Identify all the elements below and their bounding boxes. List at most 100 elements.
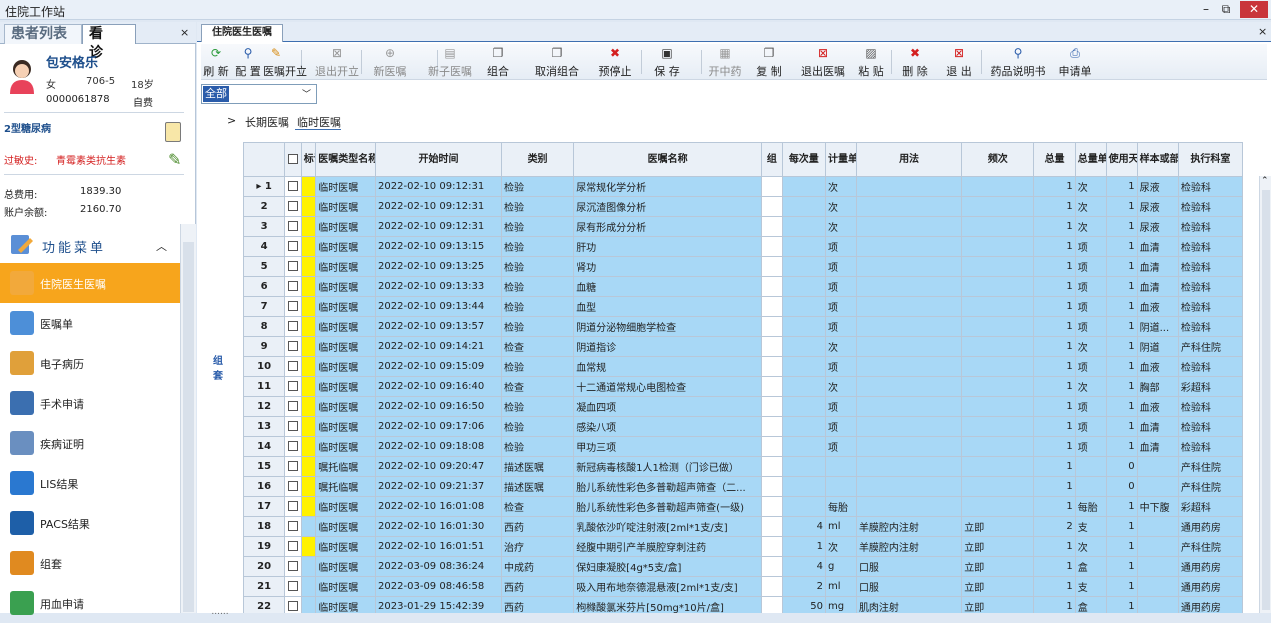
left-scrollbar[interactable] xyxy=(180,224,196,613)
menu-item-7[interactable]: PACS结果 xyxy=(0,503,180,543)
table-row[interactable]: 10 临时医嘱 2022-02-10 09:15:09 检验 血常规项 1 项 1 血液 检验科 xyxy=(243,356,1244,377)
table-row[interactable]: 22 临时医嘱 2023-01-29 15:42:39 西药 枸橼酸氯米芬片[50mg*… xyxy=(243,596,1244,613)
maximize-button[interactable]: ⧉ xyxy=(1218,1,1234,18)
table-row[interactable]: 18 临时医嘱 2022-02-10 16:01:30 西药 乳酸依沙吖啶注射液[2ml… xyxy=(243,516,1244,537)
toolbar-button-6[interactable]: ▤ 新子医嘱 xyxy=(425,46,475,78)
menu-item-8[interactable]: 组套 xyxy=(0,543,180,583)
toolbar-button-4[interactable]: ⊠ 退出开立 xyxy=(309,46,365,78)
grid-scrollbar-thumb[interactable] xyxy=(1262,190,1270,610)
table-row[interactable]: 5 临时医嘱 2022-02-10 09:13:25 检验 肾功项 1 项 1 血清 检验科 xyxy=(243,256,1244,277)
tab-temporary-orders[interactable]: 临时医嘱 xyxy=(297,114,341,130)
toolbar-button-15[interactable]: ✖ 删 除 xyxy=(895,46,935,78)
chevron-up-icon[interactable]: ︿ xyxy=(156,238,167,254)
table-row[interactable]: 6 临时医嘱 2022-02-10 09:13:33 检验 血糖项 1 项 1 血清 检验科 xyxy=(243,276,1244,297)
order-filter-select[interactable]: 全部 ﹀ xyxy=(201,84,317,104)
column-header[interactable]: 样本或部位 xyxy=(1136,142,1179,177)
toolbar-button-3[interactable]: ✎ 医嘱开立 xyxy=(263,46,307,78)
column-header[interactable]: 执行科室 xyxy=(1177,142,1244,177)
row-checkbox[interactable] xyxy=(288,541,299,551)
row-checkbox[interactable] xyxy=(288,221,299,231)
table-row[interactable]: 2 临时医嘱 2022-02-10 09:12:31 检验 尿沉渣图像分析次 1 次 1 尿液检… xyxy=(243,196,1244,217)
row-select-cell[interactable] xyxy=(284,256,302,277)
table-row[interactable]: 21 临时医嘱 2022-03-09 08:46:58 西药 吸入用布地奈德混悬液[2m… xyxy=(243,576,1244,597)
row-checkbox[interactable] xyxy=(288,521,299,531)
row-checkbox[interactable] xyxy=(288,241,299,251)
row-checkbox[interactable] xyxy=(288,481,299,491)
toolbar-button-18[interactable]: ⎙ 申请单 xyxy=(1053,46,1097,78)
column-header[interactable]: 标识 xyxy=(300,142,317,177)
row-checkbox[interactable] xyxy=(288,501,299,511)
row-checkbox[interactable] xyxy=(288,261,299,271)
column-header[interactable]: 医嘱类型名称 xyxy=(315,142,377,177)
resize-grip[interactable]: ...... xyxy=(197,607,243,617)
row-select-cell[interactable] xyxy=(284,276,302,297)
table-row[interactable]: 19 临时医嘱 2022-02-10 16:01:51 治疗 经腹中期引产羊膜腔穿刺注药… xyxy=(243,536,1244,557)
menu-item-1[interactable]: 住院医生医嘱 xyxy=(0,263,180,303)
table-row[interactable]: ▸ 1 临时医嘱 2022-02-10 09:12:31 检验 尿常规化学分析次 1 次 1 尿… xyxy=(243,176,1244,197)
row-select-cell[interactable] xyxy=(284,396,302,417)
row-select-cell[interactable] xyxy=(284,476,302,497)
row-select-cell[interactable] xyxy=(284,176,302,197)
order-set-side-tab[interactable]: 组套 xyxy=(213,352,227,382)
expand-arrow-icon[interactable]: > xyxy=(227,114,236,127)
row-checkbox[interactable] xyxy=(288,441,299,451)
minimize-button[interactable]: – xyxy=(1198,1,1214,18)
close-button[interactable]: ✕ xyxy=(1240,1,1268,18)
row-checkbox[interactable] xyxy=(288,321,299,331)
row-checkbox[interactable] xyxy=(288,181,299,191)
table-row[interactable]: 8 临时医嘱 2022-02-10 09:13:57 检验 阴道分泌物细胞学检查项 1 项 1… xyxy=(243,316,1244,337)
row-select-cell[interactable] xyxy=(284,356,302,377)
table-row[interactable]: 3 临时医嘱 2022-02-10 09:12:31 检验 尿有形成分分析次 1 次 1 尿液检… xyxy=(243,216,1244,237)
grid-scrollbar[interactable]: ⌃ xyxy=(1259,176,1271,613)
row-checkbox[interactable] xyxy=(288,201,299,211)
tab-consult[interactable]: 看 诊 xyxy=(82,24,136,61)
row-select-cell[interactable] xyxy=(284,316,302,337)
column-header[interactable]: 计量单位 xyxy=(824,142,857,177)
left-panel-close-icon[interactable]: × xyxy=(180,26,189,39)
column-header[interactable]: 总量单位 xyxy=(1074,142,1107,177)
row-checkbox[interactable] xyxy=(288,601,299,611)
table-row[interactable]: 14 临时医嘱 2022-02-10 09:18:08 检验 甲功三项项 1 项 1 血清 检验科 xyxy=(243,436,1244,457)
row-select-cell[interactable] xyxy=(284,536,302,557)
row-checkbox[interactable] xyxy=(288,301,299,311)
row-select-cell[interactable] xyxy=(284,596,302,613)
row-checkbox[interactable] xyxy=(288,281,299,291)
row-select-cell[interactable] xyxy=(284,416,302,437)
column-header[interactable]: 使用天数 xyxy=(1105,142,1138,177)
main-tab-close-icon[interactable]: × xyxy=(1258,25,1267,38)
row-select-cell[interactable] xyxy=(284,336,302,357)
column-header[interactable]: 每次量 xyxy=(781,142,826,177)
row-checkbox[interactable] xyxy=(288,461,299,471)
row-checkbox[interactable] xyxy=(288,381,299,391)
menu-item-5[interactable]: 疾病证明 xyxy=(0,423,180,463)
row-select-cell[interactable] xyxy=(284,236,302,257)
tab-inpatient-orders[interactable]: 住院医生医嘱 xyxy=(201,24,283,42)
row-select-cell[interactable] xyxy=(284,216,302,237)
table-row[interactable]: 4 临时医嘱 2022-02-10 09:13:15 检验 肝功项 1 项 1 血清 检验科 xyxy=(243,236,1244,257)
scroll-up-icon[interactable]: ⌃ xyxy=(1261,176,1269,186)
tab-patient-list[interactable]: 患者列表 xyxy=(4,24,82,44)
toolbar-button-10[interactable]: ▣ 保 存 xyxy=(645,46,689,78)
toolbar-button-12[interactable]: ❐ 复 制 xyxy=(749,46,789,78)
toolbar-button-9[interactable]: ✖ 预停止 xyxy=(591,46,639,78)
table-row[interactable]: 9 临时医嘱 2022-02-10 09:14:21 检查 阴道指诊次 1 次 1 阴道 产科住院 xyxy=(243,336,1244,357)
row-checkbox[interactable] xyxy=(288,341,299,351)
menu-item-4[interactable]: 手术申请 xyxy=(0,383,180,423)
row-select-cell[interactable] xyxy=(284,296,302,317)
row-select-cell[interactable] xyxy=(284,516,302,537)
row-select-cell[interactable] xyxy=(284,556,302,577)
row-checkbox[interactable] xyxy=(288,421,299,431)
header-select-all[interactable] xyxy=(284,142,302,177)
row-select-cell[interactable] xyxy=(284,576,302,597)
toolbar-button-17[interactable]: ⚲ 药品说明书 xyxy=(985,46,1051,78)
toolbar-button-14[interactable]: ▨ 粘 贴 xyxy=(853,46,889,78)
column-header[interactable]: 类别 xyxy=(500,142,575,177)
table-row[interactable]: 7 临时医嘱 2022-02-10 09:13:44 检验 血型项 1 项 1 血液 检验科 xyxy=(243,296,1244,317)
tab-long-term-orders[interactable]: 长期医嘱 xyxy=(245,114,289,130)
edit-pencil-icon[interactable]: ✎ xyxy=(168,150,181,169)
toolbar-button-5[interactable]: ⊕ 新医嘱 xyxy=(367,46,413,78)
menu-item-2[interactable]: 医嘱单 xyxy=(0,303,180,343)
toolbar-button-13[interactable]: ⊠ 退出医嘱 xyxy=(797,46,849,78)
toolbar-button-16[interactable]: ⊠ 退 出 xyxy=(939,46,979,78)
column-header[interactable]: 总量 xyxy=(1033,142,1076,177)
